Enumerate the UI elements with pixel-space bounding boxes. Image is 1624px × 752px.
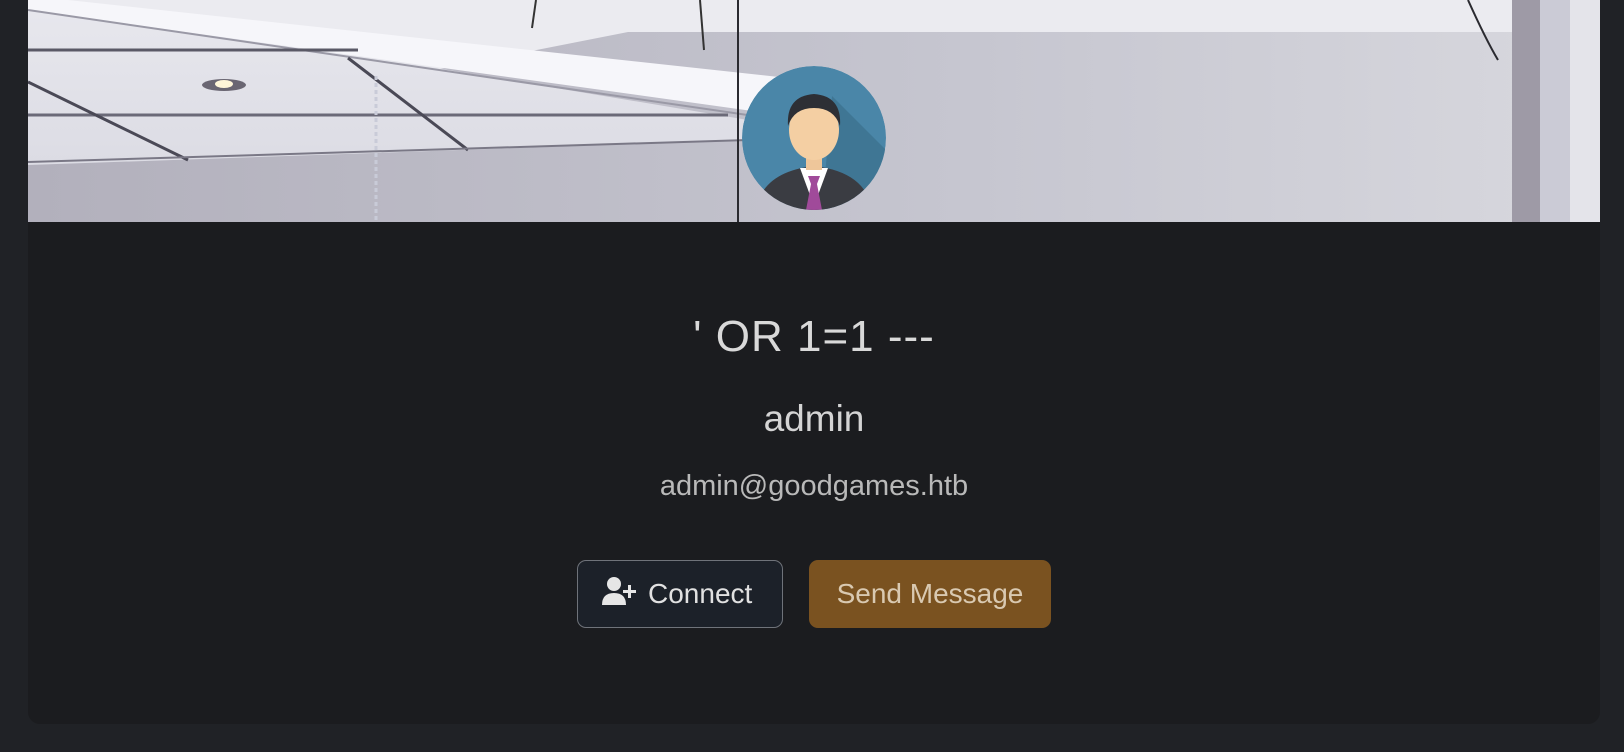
connect-button[interactable]: Connect: [577, 560, 783, 628]
profile-username: admin: [763, 398, 865, 439]
send-message-button-label: Send Message: [836, 578, 1024, 609]
profile-actions: Connect Send Message: [28, 560, 1600, 628]
send-message-button[interactable]: Send Message: [809, 560, 1051, 628]
profile-display-name: ' OR 1=1 ---: [693, 312, 935, 361]
avatar: [742, 66, 886, 210]
profile-email: admin@goodgames.htb: [659, 470, 969, 502]
connect-button-label: Connect: [648, 578, 753, 609]
profile-card: ' OR 1=1 --- admin admin@goodgames.htb C…: [28, 0, 1600, 724]
user-plus-icon: [602, 576, 636, 613]
